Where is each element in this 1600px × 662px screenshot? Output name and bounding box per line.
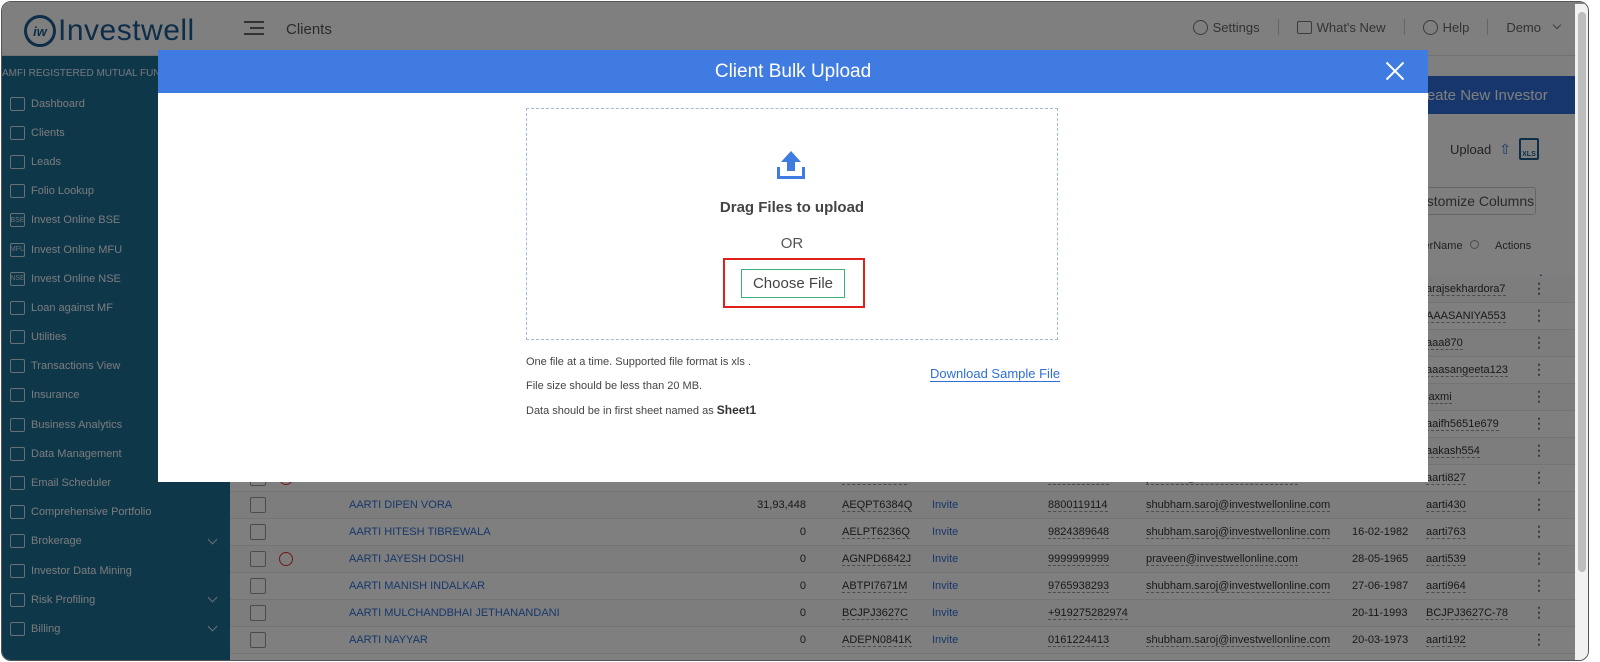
note-sheet-name: Data should be in first sheet named as S…	[526, 403, 756, 427]
close-icon[interactable]	[1384, 60, 1406, 82]
or-separator: OR	[780, 235, 804, 252]
upload-notes: One file at a time. Supported file forma…	[526, 356, 756, 427]
upload-icon	[777, 151, 805, 181]
choose-file-highlight: Choose File	[723, 258, 865, 308]
drag-files-text: Drag Files to upload	[719, 199, 865, 216]
modal-title: Client Bulk Upload	[714, 61, 872, 82]
sheet-name: Sheet1	[716, 403, 757, 417]
vertical-scrollbar[interactable]	[1575, 4, 1588, 660]
note-sheet-prefix: Data should be in first sheet named as	[526, 405, 714, 417]
scrollbar-thumb[interactable]	[1578, 12, 1586, 572]
download-sample-file-link[interactable]: Download Sample File	[930, 366, 1061, 382]
bulk-upload-modal: Client Bulk Upload Drag Files to upload …	[158, 50, 1428, 482]
file-drop-zone[interactable]: Drag Files to upload OR Choose File	[526, 108, 1058, 340]
note-file-size: File size should be less than 20 MB.	[526, 379, 703, 392]
modal-header: Client Bulk Upload	[158, 50, 1428, 93]
note-file-format: One file at a time. Supported file forma…	[526, 356, 751, 368]
choose-file-button[interactable]: Choose File	[741, 269, 845, 298]
